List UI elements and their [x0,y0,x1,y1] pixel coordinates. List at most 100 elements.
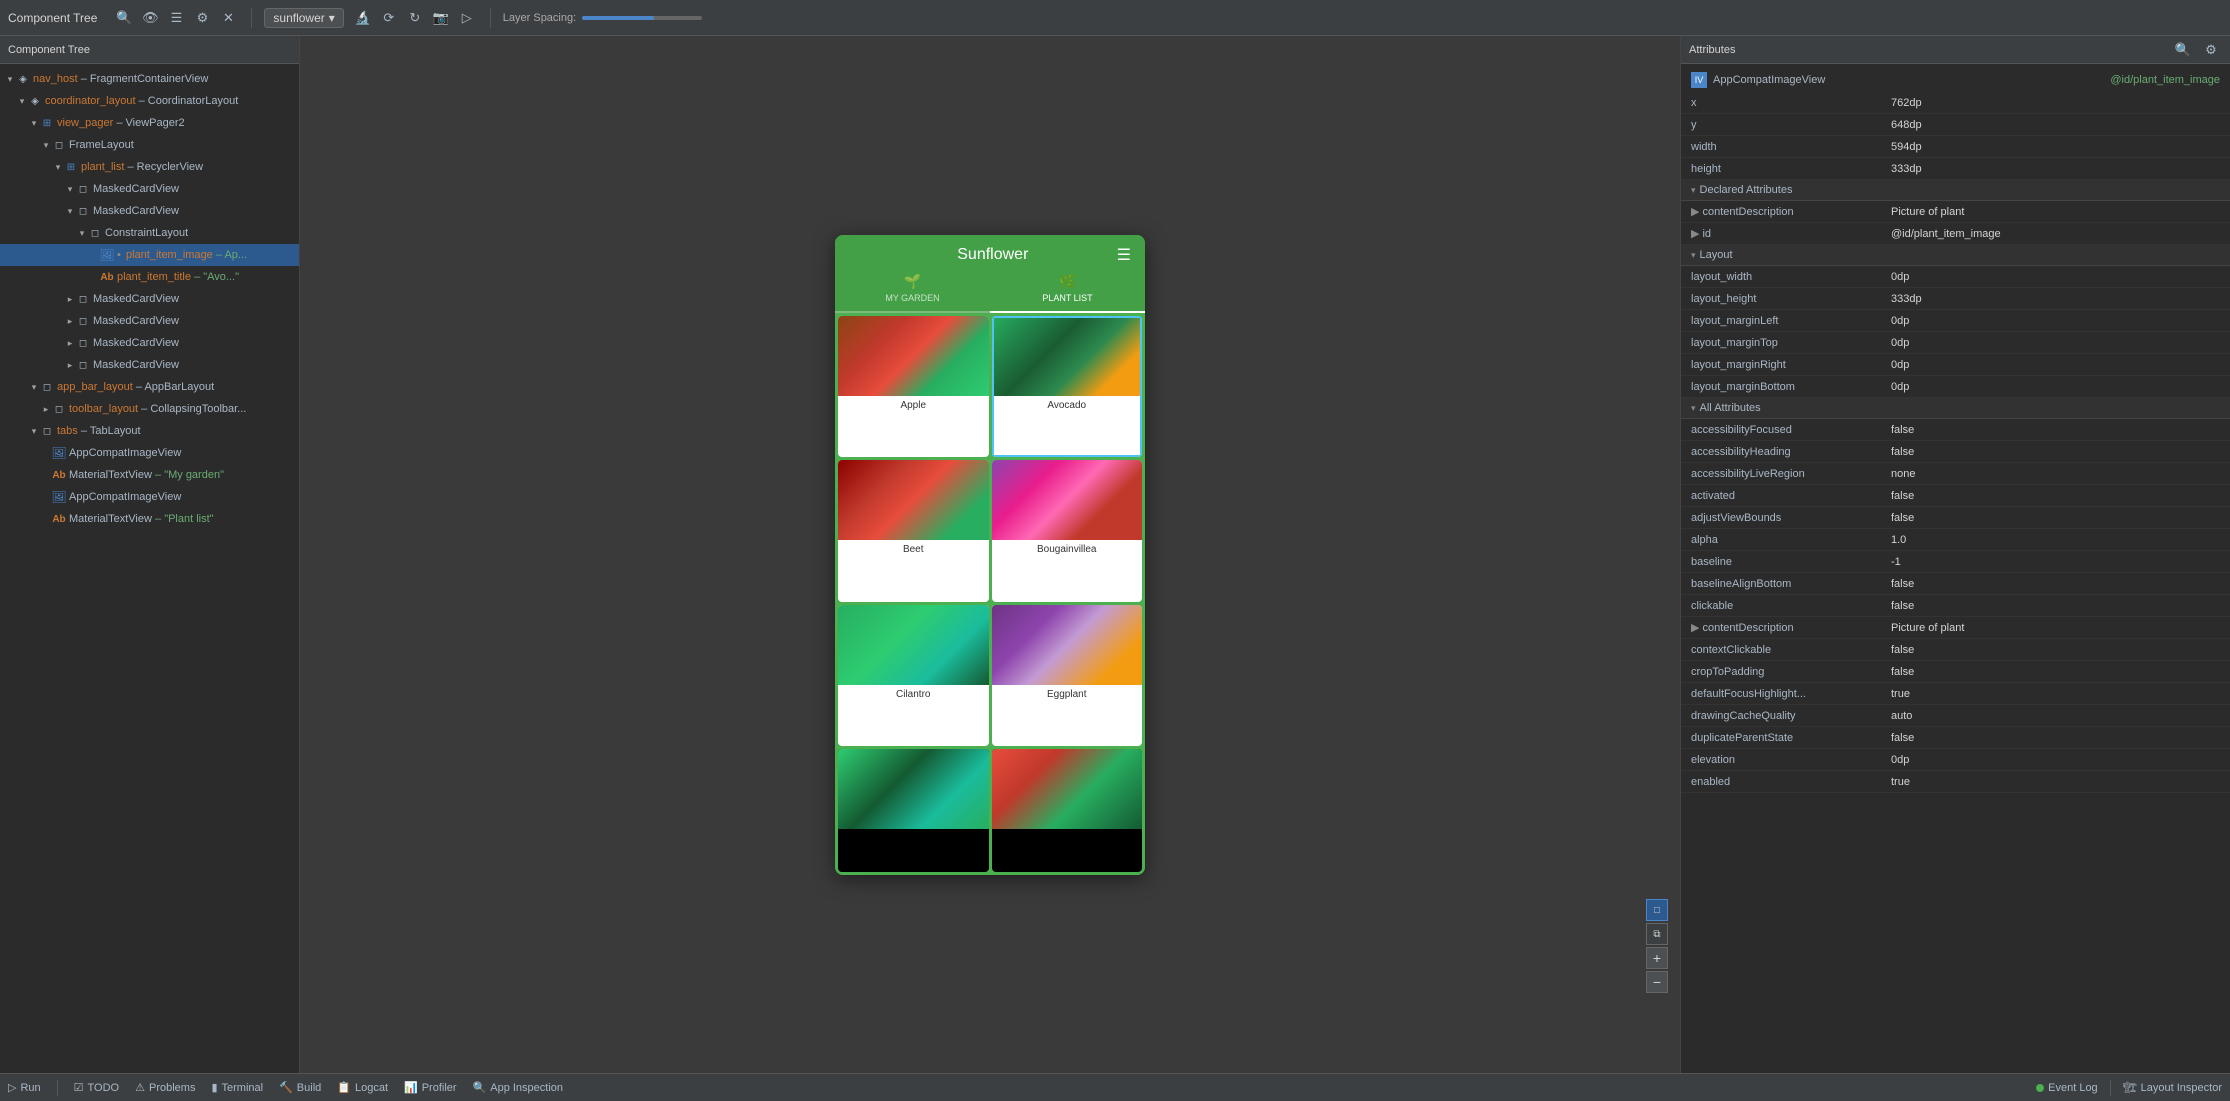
settings-icon[interactable]: ⚙ [191,7,213,29]
tree-item-masked-card-4[interactable]: ▸ ◻ MaskedCardView [0,310,299,332]
refresh-icon[interactable]: ↻ [404,7,426,29]
sep-2 [2110,1080,2111,1096]
tree-item-plant-list-label[interactable]: Ab MaterialTextView – "Plant list" [0,508,299,530]
layer-spacing-slider[interactable] [582,16,702,20]
play-icon[interactable]: ▷ [456,7,478,29]
tree-item-toolbar-layout[interactable]: ▸ ◻ toolbar_layout – CollapsingToolbar..… [0,398,299,420]
attr-value-baseline: -1 [1891,556,1901,568]
plant-card-g2[interactable] [992,749,1143,872]
plant-card-eggplant[interactable]: Eggplant [992,605,1143,747]
layout-inspector-item[interactable]: 🏗 Layout Inspector [2123,1080,2222,1096]
problems-item[interactable]: ⚠ Problems [135,1081,195,1094]
build-icon: 🔨 [279,1081,293,1094]
plant-card-bougainvillea[interactable]: Bougainvillea [992,460,1143,602]
tree-label: app_bar_layout – AppBarLayout [57,381,214,393]
attr-key-height: height [1691,163,1891,175]
attr-key-baseline: baseline [1691,556,1891,568]
terminal-item[interactable]: ▮ Terminal [211,1081,263,1094]
eye-icon[interactable]: 👁 [139,7,161,29]
section-declared-attributes[interactable]: ▾ Declared Attributes [1681,180,2230,201]
run-item[interactable]: ▷ Run [8,1081,41,1094]
view-icon: ◈ [16,72,30,86]
camera-icon[interactable]: 📷 [430,7,452,29]
attr-key-layout-height: layout_height [1691,293,1891,305]
tree-item-masked-card-6[interactable]: ▸ ◻ MaskedCardView [0,354,299,376]
component-tree-content[interactable]: ▾ ◈ nav_host – FragmentContainerView ▾ ◈… [0,64,299,1073]
tree-item-masked-card-5[interactable]: ▸ ◻ MaskedCardView [0,332,299,354]
section-arrow: ▾ [1691,185,1696,196]
attr-value-a11y-live: none [1891,468,1915,480]
tree-item-plant-item-title[interactable]: Ab plant_item_title – "Avo..." [0,266,299,288]
separator-2 [490,8,491,28]
plant-card-g1[interactable] [838,749,989,872]
plant-card-cilantro[interactable]: Cilantro [838,605,989,747]
build-item[interactable]: 🔨 Build [279,1081,321,1094]
plant-card-beet[interactable]: Beet [838,460,989,602]
search-icon[interactable]: 🔍 [113,7,135,29]
layout-inspector-label: Layout Inspector [2141,1082,2222,1094]
attr-value-layout-width: 0dp [1891,271,1909,283]
app-inspection-item[interactable]: 🔍 App Inspection [473,1081,563,1094]
tree-item-constraint-layout[interactable]: ▾ ◻ ConstraintLayout [0,222,299,244]
plant-grid: Apple AppCompatImageView Avocado Beet [835,313,1145,875]
tree-item-plant-list[interactable]: ▾ ⊞ plant_list – RecyclerView [0,156,299,178]
image-icon: 🖼 [52,490,66,504]
plant-card-apple[interactable]: Apple [838,316,989,458]
profiler-item[interactable]: 📊 Profiler [404,1081,457,1094]
tree-item-masked-card-3[interactable]: ▸ ◻ MaskedCardView [0,288,299,310]
attr-key-croptopadding: cropToPadding [1691,666,1891,678]
todo-item[interactable]: ☑ TODO [74,1081,119,1094]
section-title-declared: Declared Attributes [1700,184,1793,196]
rotate-icon[interactable]: ⟳ [378,7,400,29]
profiler-label: Profiler [422,1082,457,1094]
tree-item-my-garden-label[interactable]: Ab MaterialTextView – "My garden" [0,464,299,486]
zoom-in-button[interactable]: + [1646,947,1668,969]
attr-row-width: width 594dp [1681,136,2230,158]
tree-label: nav_host – FragmentContainerView [33,73,208,85]
logcat-item[interactable]: 📋 Logcat [337,1081,388,1094]
phone-tabs: 🌱 MY GARDEN 🌿 PLANT LIST [835,265,1145,313]
attr-value-duplicateparentstate: false [1891,732,1914,744]
tree-item-frame-layout[interactable]: ▾ ◻ FrameLayout [0,134,299,156]
tree-item-tabs[interactable]: ▾ ◻ tabs – TabLayout [0,420,299,442]
attr-settings-icon[interactable]: ⚙ [2200,39,2222,61]
section-all-attributes[interactable]: ▾ All Attributes [1681,398,2230,419]
close-icon[interactable]: ✕ [217,7,239,29]
plant-card-avocado[interactable]: AppCompatImageView Avocado [992,316,1143,458]
tree-item-plant-item-image[interactable]: 🖼 ▪ plant_item_image – Ap... [0,244,299,266]
tree-item-app-bar-layout[interactable]: ▾ ◻ app_bar_layout – AppBarLayout [0,376,299,398]
tree-item-coordinator[interactable]: ▾ ◈ coordinator_layout – CoordinatorLayo… [0,90,299,112]
sunflower-dropdown[interactable]: sunflower ▾ [264,8,343,28]
plant-name-bougainvillea: Bougainvillea [992,540,1143,559]
tree-item-masked-card-1[interactable]: ▾ ◻ MaskedCardView [0,178,299,200]
bottom-status-bar: ▷ Run ☑ TODO ⚠ Problems ▮ Terminal 🔨 Bui… [0,1073,2230,1101]
plant-image-cilantro [838,605,989,685]
app-title: Sunflower [869,246,1117,264]
layer-spacing-label: Layer Spacing: [503,12,576,24]
list-icon[interactable]: ☰ [165,7,187,29]
tree-item-masked-card-2[interactable]: ▾ ◻ MaskedCardView [0,200,299,222]
attr-value-margin-top: 0dp [1891,337,1909,349]
separator-1 [251,8,252,28]
view-icon: ◻ [76,292,90,306]
expand-arrow: ▾ [64,206,76,217]
tree-item-compat-img-2[interactable]: 🖼 AppCompatImageView [0,486,299,508]
run-icon: ▷ [8,1081,16,1094]
tree-item-nav-host[interactable]: ▾ ◈ nav_host – FragmentContainerView [0,68,299,90]
inspect-icon[interactable]: 🔬 [352,7,374,29]
layer-indicator: ⧉ [1646,923,1668,945]
tree-item-view-pager[interactable]: ▾ ⊞ view_pager – ViewPager2 [0,112,299,134]
attr-key-margin-top: layout_marginTop [1691,337,1891,349]
attr-key-adjustviewbounds: adjustViewBounds [1691,512,1891,524]
tab-plant-list[interactable]: 🌿 PLANT LIST [990,265,1145,313]
tab-my-garden[interactable]: 🌱 MY GARDEN [835,265,990,311]
section-layout[interactable]: ▾ Layout [1681,245,2230,266]
zoom-out-button[interactable]: − [1646,971,1668,993]
expand-arrow: ▸ [64,338,76,349]
event-log-item[interactable]: Event Log [2036,1080,2098,1096]
plant-image-g2 [992,749,1143,829]
attr-row-contentdescription-declared: ▶contentDescription Picture of plant [1681,201,2230,223]
tree-item-compat-img-1[interactable]: 🖼 AppCompatImageView [0,442,299,464]
attr-search-icon[interactable]: 🔍 [2172,39,2194,61]
garden-icon: 🌱 [904,273,921,290]
